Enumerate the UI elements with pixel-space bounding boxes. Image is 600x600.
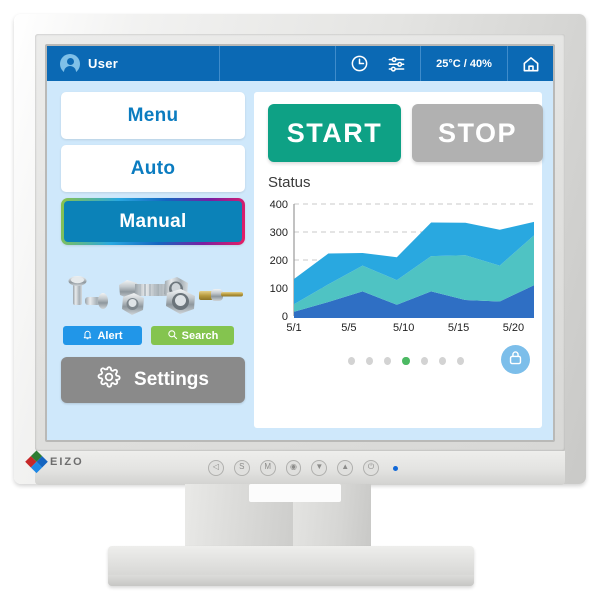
settings-label: Settings [134,369,209,390]
brand-logo: EIZO [25,449,102,473]
lock-button[interactable] [501,345,530,374]
sidebar-item-label: Menu [127,104,179,126]
bell-icon [82,329,93,343]
osd-button-row: ◁ S M ◉ ▼ ▲ ⏻ [208,459,398,477]
search-label: Search [181,329,219,342]
home-button[interactable] [508,46,553,81]
content-card: START STOP Status 0 100 200 300 400 5/1 5/5 5/1… [254,92,543,428]
stand-cable-slot [249,484,341,502]
mute-icon[interactable]: ◁ [208,460,224,476]
monitor-stand-base-lip [108,575,474,586]
alert-label: Alert [97,329,123,342]
power-led [393,465,398,471]
brand-name: EIZO [50,456,84,468]
x-axis-tick: 5/20 [503,322,524,334]
user-label: User [88,56,119,71]
monitor-chassis: User 25°C / 40% Menu Auto Manual Alert S… [14,14,586,485]
start-button[interactable]: START [268,104,401,162]
top-bar: User 25°C / 40% [47,46,553,81]
top-bar-icon-group [336,46,421,81]
sidebar: Menu Auto Manual Alert Search Settings [61,92,245,428]
lock-icon [507,349,524,371]
y-axis-tick: 300 [270,227,288,239]
x-axis-tick: 5/1 [286,322,301,334]
sliders-icon[interactable] [387,54,406,73]
x-axis-tick: 5/5 [341,322,356,334]
pagination-dot[interactable] [456,356,464,365]
stop-button[interactable]: STOP [412,104,543,162]
power-icon[interactable]: ⏻ [363,460,380,476]
y-axis-tick: 100 [270,283,288,295]
user-avatar-icon [60,53,80,75]
pagination-dot[interactable] [438,356,446,365]
user-chip[interactable]: User [47,46,220,81]
sidebar-item-auto[interactable]: Auto [61,145,245,192]
sidebar-item-label: Manual [119,210,187,232]
magnifier-icon [167,329,178,343]
top-bar-spacer [220,46,336,81]
screenshot-root: User 25°C / 40% Menu Auto Manual Alert S… [0,0,600,600]
pagination-dot[interactable] [366,356,374,365]
settings-button[interactable]: Settings [61,357,245,403]
sidebar-item-manual[interactable]: Manual [61,198,245,245]
x-axis-tick: 5/10 [393,322,414,334]
y-axis-tick: 200 [270,255,288,267]
alert-button[interactable]: Alert [63,326,142,345]
page-body: Menu Auto Manual Alert Search Settings S… [47,81,553,440]
touchscreen-display: User 25°C / 40% Menu Auto Manual Alert S… [47,46,553,440]
quick-action-chips: Alert Search [63,326,243,345]
gear-icon [97,365,121,395]
sidebar-item-menu[interactable]: Menu [61,92,245,139]
up-icon[interactable]: ▲ [337,460,354,476]
eizo-mark-icon [24,449,48,474]
pagination-dot[interactable] [420,356,428,365]
signal-icon[interactable]: S [233,460,250,476]
sidebar-item-label: Auto [130,157,176,179]
down-icon[interactable]: ▼ [311,460,328,476]
environment-readout: 25°C / 40% [421,46,508,81]
pagination-dot[interactable] [348,356,356,365]
y-axis-tick: 400 [270,199,288,211]
status-area-chart: 0 100 200 300 400 5/1 5/5 5/10 5/15 5/20 [260,198,538,338]
home-icon [521,54,541,74]
enter-icon[interactable]: ◉ [285,460,302,476]
hardware-parts-image [61,259,245,321]
status-chart-title: Status [268,174,311,191]
pagination-dots[interactable] [348,356,464,365]
x-axis-tick: 5/15 [448,322,469,334]
machine-controls: START STOP [268,104,543,162]
pagination-dot[interactable] [402,356,410,365]
search-button[interactable]: Search [151,326,234,345]
mode-icon[interactable]: M [259,460,276,476]
clock-icon[interactable] [350,54,369,73]
pagination-dot[interactable] [384,356,392,365]
